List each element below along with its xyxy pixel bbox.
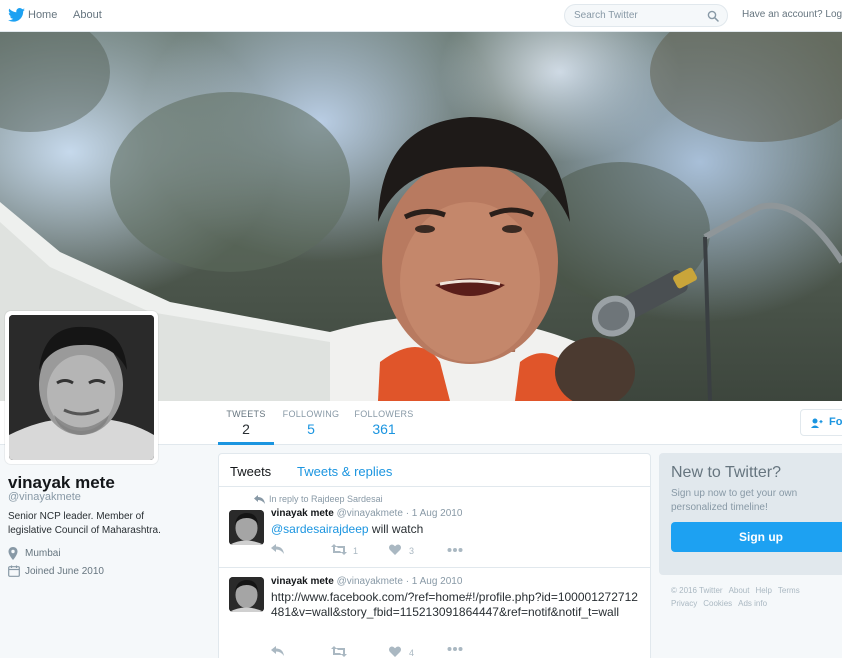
profile-handle[interactable]: @vinayakmete [8, 491, 81, 503]
tweet-avatar[interactable] [229, 510, 264, 545]
reply-context-text[interactable]: In reply to Rajdeep Sardesai [269, 494, 383, 504]
tweet-text: @sardesairajdeep will watch [271, 522, 646, 537]
heart-icon [389, 544, 401, 555]
tweet-avatar-photo [229, 510, 264, 545]
search-input[interactable] [574, 8, 702, 23]
footer-link-cookies[interactable]: Cookies [703, 599, 732, 608]
search-icon[interactable] [707, 10, 719, 22]
tweet-mention-link[interactable]: @sardesairajdeep [271, 522, 369, 536]
nav-home-link[interactable]: Home [28, 9, 57, 21]
tweet-author-handle[interactable]: @vinayakmete [337, 508, 403, 519]
location-pin-icon [8, 547, 18, 560]
stat-followers[interactable]: FOLLOWERS 361 [354, 401, 414, 445]
retweet-count: 1 [353, 546, 359, 556]
location-text: Mumbai [25, 548, 61, 559]
tweet-date[interactable]: 1 Aug 2010 [412, 576, 463, 587]
search-box [564, 4, 728, 27]
like-count: 3 [409, 546, 415, 556]
stat-following[interactable]: FOLLOWING 5 [282, 401, 340, 445]
nav-about-link[interactable]: About [73, 9, 102, 21]
tweet-item[interactable]: vinayak mete @vinayakmete · 1 Aug 2010 h… [219, 568, 650, 658]
signup-title: New to Twitter? [671, 464, 781, 481]
stat-following-value: 5 [307, 421, 315, 437]
tweet-date[interactable]: 1 Aug 2010 [412, 508, 463, 519]
calendar-icon [8, 565, 20, 577]
footer-link-help[interactable]: Help [755, 586, 771, 595]
footer-link-privacy[interactable]: Privacy [671, 599, 697, 608]
footer-copyright: © 2016 Twitter [671, 586, 723, 595]
tweet-author-handle[interactable]: @vinayakmete [337, 576, 403, 587]
footer-link-terms[interactable]: Terms [778, 586, 800, 595]
tweet-author-name[interactable]: vinayak mete [271, 508, 334, 519]
reply-icon [271, 646, 284, 656]
have-account-text: Have an account? [742, 9, 823, 20]
heart-icon [389, 646, 401, 657]
retweet-icon [331, 544, 347, 555]
tweet-header: vinayak mete @vinayakmete · 1 Aug 2010 [271, 576, 463, 587]
follow-button-label: Fo [829, 416, 842, 428]
profile-location: Mumbai [8, 547, 188, 561]
avatar-photo [9, 315, 154, 460]
follow-button[interactable]: Fo [800, 409, 842, 436]
timeline-tabs: Tweets Tweets & replies [219, 454, 650, 487]
retweet-icon [331, 646, 347, 657]
signup-subtitle: Sign up now to get your own personalized… [671, 488, 798, 513]
more-dots-icon [447, 548, 463, 552]
tweet-actions: 1 3 [271, 544, 471, 558]
footer-link-ads-info[interactable]: Ads info [738, 599, 767, 608]
stat-tweets-value: 2 [242, 421, 250, 437]
login-link[interactable]: Log in [825, 9, 842, 20]
reply-arrow-icon [254, 495, 265, 504]
stat-followers-value: 361 [372, 421, 396, 437]
stat-tweets-label: TWEETS [226, 409, 266, 419]
stat-tweets[interactable]: TWEETS 2 [218, 401, 274, 445]
stat-following-label: FOLLOWING [282, 409, 340, 419]
signup-button[interactable]: Sign up [671, 522, 842, 552]
profile-name[interactable]: vinayak mete [8, 473, 115, 493]
twitter-bird-icon[interactable] [8, 8, 25, 22]
joined-text: Joined June 2010 [25, 566, 104, 577]
tab-tweets-replies[interactable]: Tweets & replies [297, 464, 392, 479]
tweet-item[interactable]: In reply to Rajdeep Sardesai vinayak met… [219, 487, 650, 568]
tweet-author-name[interactable]: vinayak mete [271, 576, 334, 587]
tweet-text: http://www.facebook.com/?ref=home#!/prof… [271, 590, 643, 620]
like-count: 4 [409, 648, 415, 658]
tweet-link[interactable]: http://www.facebook.com/?ref=home#!/prof… [271, 590, 638, 619]
tweet-avatar-photo [229, 577, 264, 612]
tweet-header: vinayak mete @vinayakmete · 1 Aug 2010 [271, 508, 463, 519]
tweet-body: will watch [371, 522, 424, 536]
profile-joined: Joined June 2010 [8, 565, 188, 579]
footer-links: © 2016 Twitter About Help Terms Privacy Cook… [671, 584, 842, 610]
tweet-avatar[interactable] [229, 577, 264, 612]
login-prompt: Have an account? Log in [742, 9, 842, 20]
top-nav: Home About Have an account? Log in [0, 0, 842, 32]
profile-avatar[interactable] [5, 311, 158, 464]
signup-module: New to Twitter? Sign up now to get your … [659, 453, 842, 575]
tweet-actions: 4 [271, 646, 471, 658]
timeline: Tweets Tweets & replies In reply to Rajd… [218, 453, 651, 658]
profile-bio: Senior NCP leader. Member of legislative… [8, 511, 161, 536]
stat-followers-label: FOLLOWERS [354, 409, 414, 419]
tab-tweets[interactable]: Tweets [230, 464, 271, 479]
more-dots-icon [447, 647, 463, 651]
add-user-icon [811, 418, 823, 428]
footer-link-about[interactable]: About [729, 586, 750, 595]
reply-icon [271, 544, 284, 554]
